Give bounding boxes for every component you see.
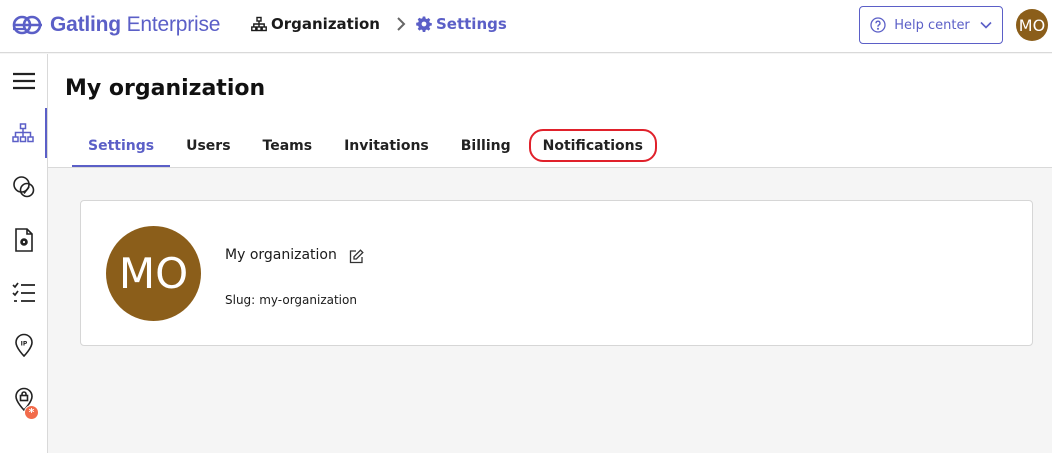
sidebar-menu-toggle[interactable] [0,56,47,106]
organization-avatar: MO [106,226,201,321]
slug-label: Slug: [225,293,256,307]
overlapping-circles-icon [12,176,34,198]
chevron-right-icon [396,17,406,31]
tab-settings[interactable]: Settings [72,127,171,167]
edit-name-button[interactable] [347,247,365,265]
page-title: My organization [65,76,266,101]
tab-invitations[interactable]: Invitations [328,127,445,167]
tab-users[interactable]: Users [170,127,246,167]
sidebar: IP * [0,54,48,453]
sidebar-item-ip-locations[interactable]: IP [0,320,47,370]
breadcrumb-settings[interactable]: Settings [416,15,507,33]
tab-notifications[interactable]: Notifications [527,127,659,167]
brand-name: Gatling Enterprise [50,13,221,36]
user-initials: MO [1018,15,1046,35]
organization-card: MO My organization Slug: my-organization [80,200,1033,346]
question-circle-icon [870,17,886,33]
tab-billing[interactable]: Billing [445,127,527,167]
organization-name: My organization [225,247,337,263]
page-header: My organization Settings Users Teams Inv… [48,54,1052,168]
chevron-down-icon [980,21,992,29]
file-gear-icon [14,228,33,252]
ip-pin-icon: IP [14,333,33,357]
sidebar-item-private-locations[interactable]: * [0,374,47,424]
asterisk-badge: * [24,405,39,420]
help-center-label: Help center [894,17,970,33]
brand[interactable]: Gatling Enterprise [12,13,220,37]
organization-initials: MO [118,249,189,298]
sitemap-icon [251,16,267,32]
sidebar-item-runs[interactable] [0,268,47,318]
tab-teams[interactable]: Teams [247,127,329,167]
help-center-button[interactable]: Help center [859,6,1003,44]
breadcrumb-organization[interactable]: Organization [251,15,380,33]
gatling-logo-icon [12,15,42,35]
sidebar-item-organization[interactable] [0,108,47,158]
edit-icon [349,248,364,263]
tab-bar: Settings Users Teams Invitations Billing… [72,127,659,167]
sidebar-item-simulations[interactable] [0,162,47,212]
breadcrumb-organization-label: Organization [271,15,380,33]
breadcrumb: Organization Settings [251,15,507,33]
sitemap-icon [11,123,34,143]
checklist-icon [11,282,35,302]
svg-text:IP: IP [20,341,27,348]
user-avatar[interactable]: MO [1016,9,1048,41]
breadcrumb-settings-label: Settings [435,15,507,33]
organization-slug: Slug: my-organization [225,293,357,307]
hamburger-menu-icon [12,72,35,90]
slug-value: my-organization [259,293,357,307]
gear-icon [416,16,432,32]
top-bar: Gatling Enterprise Organization Settings [0,0,1052,53]
sidebar-item-packages[interactable] [0,215,47,265]
